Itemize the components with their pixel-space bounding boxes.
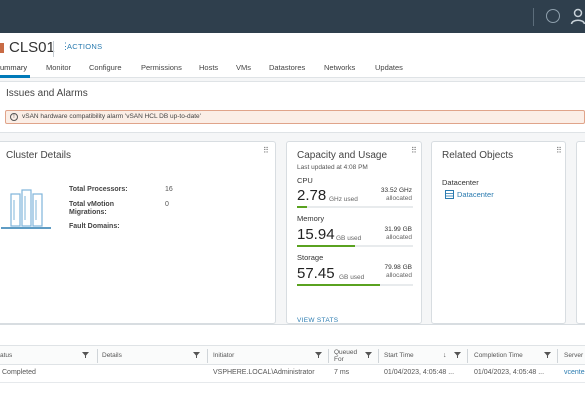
tab-vms[interactable]: VMs	[236, 63, 251, 72]
filter-icon[interactable]	[544, 352, 551, 358]
col-queued-line2: For	[334, 356, 344, 363]
stat-label: Total vMotion Migrations:	[69, 201, 114, 216]
tab-configure[interactable]: Configure	[89, 63, 122, 72]
card-title: Related Objects	[442, 150, 514, 161]
task-completion-time: 01/04/2023, 4:05:48 ...	[474, 369, 545, 376]
stat-value: 16	[165, 186, 173, 193]
more-vertical-icon: ⋮	[61, 41, 71, 51]
task-start-time: 01/04/2023, 4:05:48 ...	[384, 369, 455, 376]
alarm-banner[interactable]: ! vSAN hardware compatibility alarm 'vSA…	[5, 110, 585, 124]
active-tab-indicator	[0, 75, 30, 78]
next-card-partial	[576, 141, 585, 324]
filter-icon[interactable]	[315, 352, 322, 358]
drag-handle-icon[interactable]: ⠿	[263, 147, 269, 158]
refresh-icon[interactable]	[546, 9, 560, 23]
datacenter-icon	[445, 190, 454, 199]
filter-icon[interactable]	[193, 352, 200, 358]
task-status: Completed	[2, 369, 36, 376]
issues-panel: Issues and Alarms ! vSAN hardware compat…	[0, 81, 585, 133]
row-divider	[0, 382, 585, 383]
tab-networks[interactable]: Networks	[324, 63, 355, 72]
memory-cap-label: allocated	[385, 234, 412, 241]
topbar-divider	[533, 8, 534, 26]
col-server[interactable]: Server	[564, 346, 583, 366]
col-queued-line1: Queued	[334, 349, 358, 356]
col-queued-for[interactable]: Queued For	[334, 346, 357, 366]
storage-capacity: 79.98 GB	[384, 264, 412, 271]
column-divider	[97, 349, 98, 363]
drag-handle-icon[interactable]: ⠿	[556, 147, 562, 158]
tab-datastores[interactable]: Datastores	[269, 63, 305, 72]
storage-usage-fill	[297, 284, 381, 286]
column-divider	[557, 349, 558, 363]
card-title: Capacity and Usage	[297, 150, 388, 161]
memory-used: 15.94	[297, 226, 335, 243]
task-initiator: VSPHERE.LOCAL\Administrator	[213, 369, 315, 376]
cpu-usage-fill	[297, 206, 307, 208]
header-divider	[53, 41, 54, 57]
task-queued-for: 7 ms	[334, 369, 350, 376]
datacenter-label: Datacenter	[442, 178, 479, 187]
view-stats-link[interactable]: VIEW STATS	[297, 317, 338, 324]
stat-label: Fault Domains:	[69, 223, 120, 230]
top-nav-bar	[0, 0, 585, 33]
drag-handle-icon[interactable]: ⠿	[411, 147, 417, 158]
column-divider	[328, 349, 329, 363]
related-objects-card: Related Objects ⠿ Datacenter Datacenter	[431, 141, 566, 324]
cpu-used: 2.78	[297, 187, 327, 204]
last-updated: Last updated at 4:08 PM	[297, 164, 368, 171]
recent-tasks-panel: atus Details Initiator Queued For Start T…	[0, 324, 585, 394]
stat-label: Total Processors:	[69, 186, 128, 193]
cpu-usage-bar	[297, 206, 413, 208]
column-divider	[207, 349, 208, 363]
alarm-text: vSAN hardware compatibility alarm 'vSAN …	[22, 113, 201, 120]
stat-value: 0	[165, 201, 169, 208]
sort-down-icon[interactable]: ↓	[443, 346, 447, 366]
storage-label: Storage	[297, 253, 324, 262]
filter-icon[interactable]	[454, 352, 461, 358]
filter-icon[interactable]	[365, 352, 372, 358]
object-header: CLS01 ⋮ACTIONS ummary Monitor Configure …	[0, 33, 585, 78]
actions-label: ACTIONS	[67, 42, 103, 51]
card-title: Cluster Details	[6, 150, 72, 161]
col-details[interactable]: Details	[102, 346, 122, 366]
cpu-capacity: 33.52 GHz	[380, 187, 412, 194]
column-divider	[467, 349, 468, 363]
tab-hosts[interactable]: Hosts	[199, 63, 218, 72]
col-initiator[interactable]: Initiator	[213, 346, 234, 366]
memory-usage-bar	[297, 245, 413, 247]
storage-used: 57.45	[297, 265, 335, 282]
cpu-label: CPU	[297, 176, 313, 185]
tab-monitor[interactable]: Monitor	[46, 63, 71, 72]
tasks-table-header: atus Details Initiator Queued For Start T…	[0, 345, 585, 365]
tab-permissions[interactable]: Permissions	[141, 63, 182, 72]
warning-circle-icon: !	[10, 113, 18, 121]
filter-icon[interactable]	[82, 352, 89, 358]
datacenter-link[interactable]: Datacenter	[457, 190, 494, 199]
issues-title: Issues and Alarms	[6, 88, 88, 99]
cluster-details-card: Cluster Details ⠿ Total Processors: 16 T…	[0, 141, 276, 324]
tab-updates[interactable]: Updates	[375, 63, 403, 72]
memory-label: Memory	[297, 214, 325, 223]
col-start-time[interactable]: Start Time	[384, 346, 414, 366]
memory-capacity: 31.99 GB	[384, 226, 412, 233]
cluster-servers-icon	[1, 189, 51, 229]
column-divider	[378, 349, 379, 363]
memory-usage-fill	[297, 245, 355, 247]
page-title: CLS01	[9, 39, 55, 56]
cpu-cap-label: allocated	[385, 195, 412, 202]
user-icon[interactable]	[570, 8, 585, 25]
task-server-link[interactable]: vcente	[564, 369, 585, 376]
storage-usage-bar	[297, 284, 413, 286]
capacity-usage-card: Capacity and Usage ⠿ Last updated at 4:0…	[286, 141, 422, 324]
col-status[interactable]: atus	[0, 346, 12, 366]
storage-cap-label: allocated	[385, 272, 412, 279]
col-completion-time[interactable]: Completion Time	[474, 346, 523, 366]
tab-summary[interactable]: ummary	[0, 63, 27, 72]
actions-menu[interactable]: ⋮ACTIONS	[61, 41, 103, 52]
cluster-icon	[0, 43, 6, 53]
